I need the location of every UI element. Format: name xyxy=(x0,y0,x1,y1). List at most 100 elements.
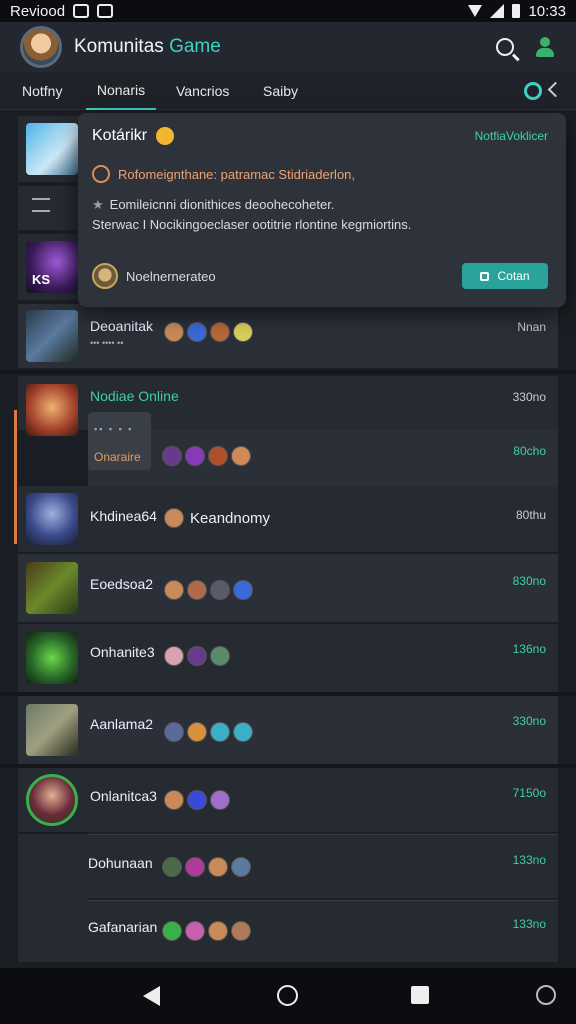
game-thumbnail xyxy=(26,493,78,545)
list-item-onhanite3[interactable]: Onhanite3 136no xyxy=(18,624,558,692)
popup-line-1: Eomileicnni dionithices deoohecoheter. xyxy=(109,197,335,212)
game-thumbnail xyxy=(26,632,78,684)
row-title: Onlanitca3 xyxy=(90,788,157,804)
list-item-onlanitca3[interactable]: Onlanitca3 7150o xyxy=(18,768,558,832)
popup-action-button[interactable]: Cotan xyxy=(462,263,548,289)
list-item-aanlama2[interactable]: Aanlama2 330no xyxy=(18,696,558,764)
popup-title-text: Kotárikr xyxy=(92,127,148,145)
status-time: 10:33 xyxy=(528,2,566,20)
app-title-accent: Game xyxy=(169,36,221,57)
battery-icon xyxy=(512,4,521,18)
game-thumbnail xyxy=(26,123,78,175)
menu-icon[interactable] xyxy=(32,198,50,212)
row-value: 133no xyxy=(512,917,546,931)
status-bar: Reviood 10:33 xyxy=(0,0,576,22)
row-value: Nnan xyxy=(517,320,546,334)
game-thumbnail xyxy=(26,562,78,614)
tag-icon xyxy=(480,271,490,281)
row-title: Khdinea64 xyxy=(90,508,157,524)
alert-icon xyxy=(92,165,110,183)
recent-apps-icon[interactable] xyxy=(411,986,429,1004)
app-title: Komunitas Game xyxy=(74,36,221,58)
system-nav-bar xyxy=(0,968,576,1024)
thumb-badge: KS xyxy=(32,272,51,287)
game-thumbnail xyxy=(26,774,78,826)
row-subtitle: ••• •••• •• xyxy=(90,338,124,348)
row-title: Aanlama2 xyxy=(90,716,154,732)
status-app-label: Reviood xyxy=(10,2,66,20)
row-value: 80thu xyxy=(515,508,546,522)
list-item-deoanitak[interactable]: Deoanitak ••• •••• •• Nnan xyxy=(18,304,558,368)
row-value: 330no xyxy=(512,390,546,404)
row-value: 133no xyxy=(512,853,546,867)
back-icon[interactable] xyxy=(143,986,160,1006)
row-title: Dohunaan xyxy=(88,855,153,871)
divider xyxy=(0,370,576,374)
member-avatars xyxy=(162,446,251,466)
tab-active[interactable]: Nonaris xyxy=(86,72,156,110)
game-thumbnail xyxy=(26,310,78,362)
wifi-icon xyxy=(468,5,483,17)
member-avatars xyxy=(164,322,253,342)
row-title: Onhanite3 xyxy=(90,644,155,660)
game-thumbnail xyxy=(26,384,78,436)
row-title: Eoedsoa2 xyxy=(90,576,154,592)
row-value: 830no xyxy=(512,574,546,588)
row-value: 330no xyxy=(512,714,546,728)
game-thumbnail xyxy=(26,704,78,756)
online-status-button[interactable]: ▪▪ ▪ ▪ ▪ Onaraire xyxy=(88,412,151,470)
member-avatars xyxy=(164,580,253,600)
member-avatar xyxy=(164,508,184,528)
app-bar: Komunitas Game xyxy=(0,22,576,72)
popup-footer-name: Noelnernerateo xyxy=(126,268,216,284)
member-avatars xyxy=(164,646,230,666)
row-value: 80cho xyxy=(513,444,546,458)
tab-variants[interactable]: Vancrios xyxy=(176,72,229,110)
popup-line-2: Sterwac I Nocikingoeclaser ootitrie rlon… xyxy=(92,217,412,232)
list-subitem[interactable]: 80cho xyxy=(88,430,558,486)
list-item-khdinea64[interactable]: Khdinea64 Keandnomy 80thu xyxy=(18,486,558,552)
popup-footer: Noelnernerateo xyxy=(92,263,216,289)
people-icon[interactable] xyxy=(534,36,556,58)
online-status-label: Onaraire xyxy=(94,450,141,464)
list-item-eoedsoa2[interactable]: Eoedsoa2 830no xyxy=(18,554,558,622)
list-subitem-gafanarian[interactable]: Gafanarian 133no xyxy=(88,900,558,962)
status-dots: ▪▪ ▪ ▪ ▪ xyxy=(94,424,134,434)
popup-button-label: Cotan xyxy=(497,269,530,283)
member-avatars xyxy=(162,921,251,941)
notification-icon-2 xyxy=(97,4,114,18)
list-subitem-dohunaan[interactable]: Dohunaan 133no xyxy=(88,834,558,898)
row-title: Deoanitak xyxy=(90,318,154,334)
tab-saiby[interactable]: Saiby xyxy=(263,72,298,110)
app-title-main: Komunitas xyxy=(74,36,164,57)
row-value: 7150o xyxy=(512,786,546,800)
profile-avatar[interactable] xyxy=(20,26,62,68)
search-icon[interactable] xyxy=(496,38,514,56)
popup-title: Kotárikr xyxy=(92,127,174,145)
signal-icon xyxy=(490,4,505,18)
row-value: 136no xyxy=(512,642,546,656)
chevron-left-icon[interactable] xyxy=(547,81,564,98)
smile-emoji-icon xyxy=(155,127,174,145)
refresh-icon[interactable] xyxy=(524,82,542,100)
sender-avatar xyxy=(92,263,118,289)
popup-alert: Rofomeignthane: patramac Stidriaderlon, xyxy=(92,165,355,183)
popup-alert-text: Rofomeignthane: patramac Stidriaderlon, xyxy=(118,166,356,182)
star-icon: ★ xyxy=(92,197,104,212)
selection-indicator xyxy=(14,410,17,544)
group-gutter xyxy=(18,834,88,962)
assistant-icon[interactable] xyxy=(536,985,556,1005)
tab-notifications[interactable]: Notfny xyxy=(22,72,62,110)
notification-icon xyxy=(73,4,90,18)
notification-popup[interactable]: Kotárikr NotfiaVoklicer Rofomeignthane: … xyxy=(78,113,566,307)
row-title: Nodiae Online xyxy=(90,388,179,404)
row-tag: Keandnomy xyxy=(190,510,271,527)
member-avatars xyxy=(164,790,230,810)
member-avatars xyxy=(164,722,253,742)
row-title: Gafanarian xyxy=(88,919,158,935)
popup-notification-link[interactable]: NotfiaVoklicer xyxy=(475,129,548,143)
member-avatars xyxy=(162,857,251,877)
home-icon[interactable] xyxy=(277,985,298,1006)
popup-body: ★ Eomileicnni dionithices deoohecoheter. … xyxy=(92,195,411,235)
tab-bar: Notfny Nonaris Vancrios Saiby xyxy=(0,72,576,110)
